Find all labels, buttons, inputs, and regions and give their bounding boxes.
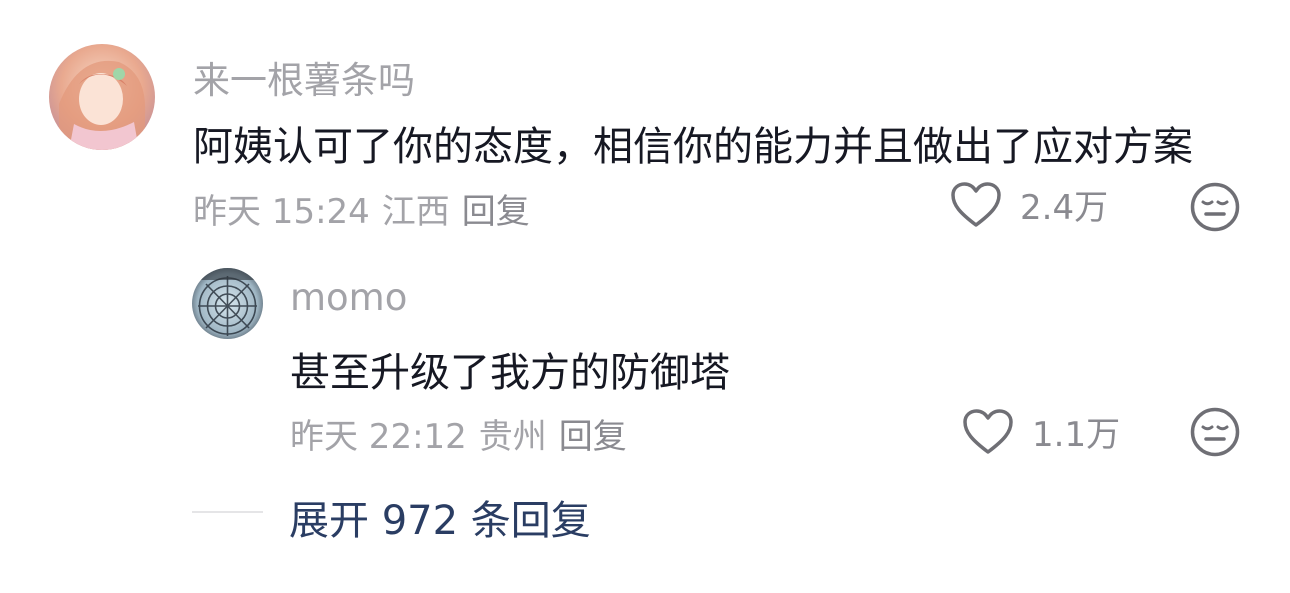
comment-location: 江西 <box>381 192 450 232</box>
meh-face-icon[interactable] <box>1190 407 1240 457</box>
comment-like-count: 2.4万 <box>1020 188 1109 228</box>
comment-reply-button[interactable]: 回复 <box>462 184 530 233</box>
reply-text[interactable]: 甚至升级了我方的防御塔 <box>290 340 730 398</box>
avatar[interactable] <box>49 44 155 150</box>
comment-like-button[interactable]: 2.4万 <box>950 180 1108 229</box>
heart-outline-icon[interactable] <box>950 181 1002 229</box>
expand-divider <box>192 511 263 513</box>
comment-time: 昨天 15:24 <box>193 192 370 232</box>
reply-location: 贵州 <box>478 417 547 457</box>
reply-reply-button[interactable]: 回复 <box>559 409 627 458</box>
comment-username[interactable]: 来一根薯条吗 <box>193 50 415 104</box>
meh-face-icon[interactable] <box>1190 182 1240 232</box>
avatar[interactable] <box>192 268 263 339</box>
comment-meta: 昨天 15:24 江西 回复 <box>193 184 530 233</box>
reply-time: 昨天 22:12 <box>290 417 467 457</box>
heart-outline-icon[interactable] <box>962 408 1014 456</box>
comment-text[interactable]: 阿姨认可了你的态度，相信你的能力并且做出了应对方案 <box>193 114 1193 172</box>
reply-username[interactable]: momo <box>290 276 407 319</box>
reply-like-count: 1.1万 <box>1032 415 1121 455</box>
expand-replies-button[interactable]: 展开 972 条回复 <box>289 488 591 546</box>
reply-meta: 昨天 22:12 贵州 回复 <box>290 409 627 458</box>
reply-like-button[interactable]: 1.1万 <box>962 407 1120 456</box>
